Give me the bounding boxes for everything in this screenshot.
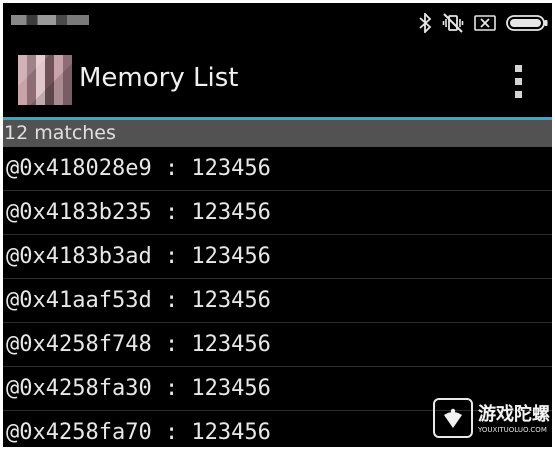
sim-absent-icon: [474, 14, 496, 32]
more-vertical-icon[interactable]: [508, 63, 530, 101]
watermark-url: YOUXITUOLUO.COM: [478, 426, 547, 434]
battery-icon: [506, 14, 548, 32]
spinning-top-icon: [433, 398, 473, 438]
app-title: Memory List: [79, 63, 239, 93]
status-bar: [3, 3, 552, 41]
app-icon[interactable]: [18, 55, 72, 105]
app-bar: Memory List: [3, 41, 552, 117]
list-item-text: @0x41aaf53d : 123456: [6, 288, 271, 313]
list-item-text: @0x4258f748 : 123456: [6, 332, 271, 357]
vibrate-off-icon: [442, 12, 464, 34]
bluetooth-icon: [418, 13, 432, 33]
status-icons: [418, 11, 548, 35]
list-item[interactable]: @0x4258f748 : 123456: [3, 323, 552, 367]
watermark-logo: 游戏陀螺 YOUXITUOLUO.COM: [433, 398, 550, 440]
list-item[interactable]: @0x4183b235 : 123456: [3, 191, 552, 235]
list-item[interactable]: @0x418028e9 : 123456: [3, 147, 552, 191]
list-item-text: @0x4183b235 : 123456: [6, 200, 271, 225]
match-count-header: 12 matches: [3, 120, 552, 147]
phone-screen: Memory List 12 matches @0x418028e9 : 123…: [3, 3, 552, 447]
list-item[interactable]: @0x4183b3ad : 123456: [3, 235, 552, 279]
list-item-text: @0x4258fa70 : 123456: [6, 420, 271, 445]
list-item-text: @0x4183b3ad : 123456: [6, 244, 271, 269]
list-item-text: @0x4258fa30 : 123456: [6, 376, 271, 401]
list-item-text: @0x418028e9 : 123456: [6, 156, 271, 181]
list-item[interactable]: @0x41aaf53d : 123456: [3, 279, 552, 323]
watermark-name: 游戏陀螺: [478, 404, 550, 425]
carrier-label-blurred: [11, 15, 89, 25]
